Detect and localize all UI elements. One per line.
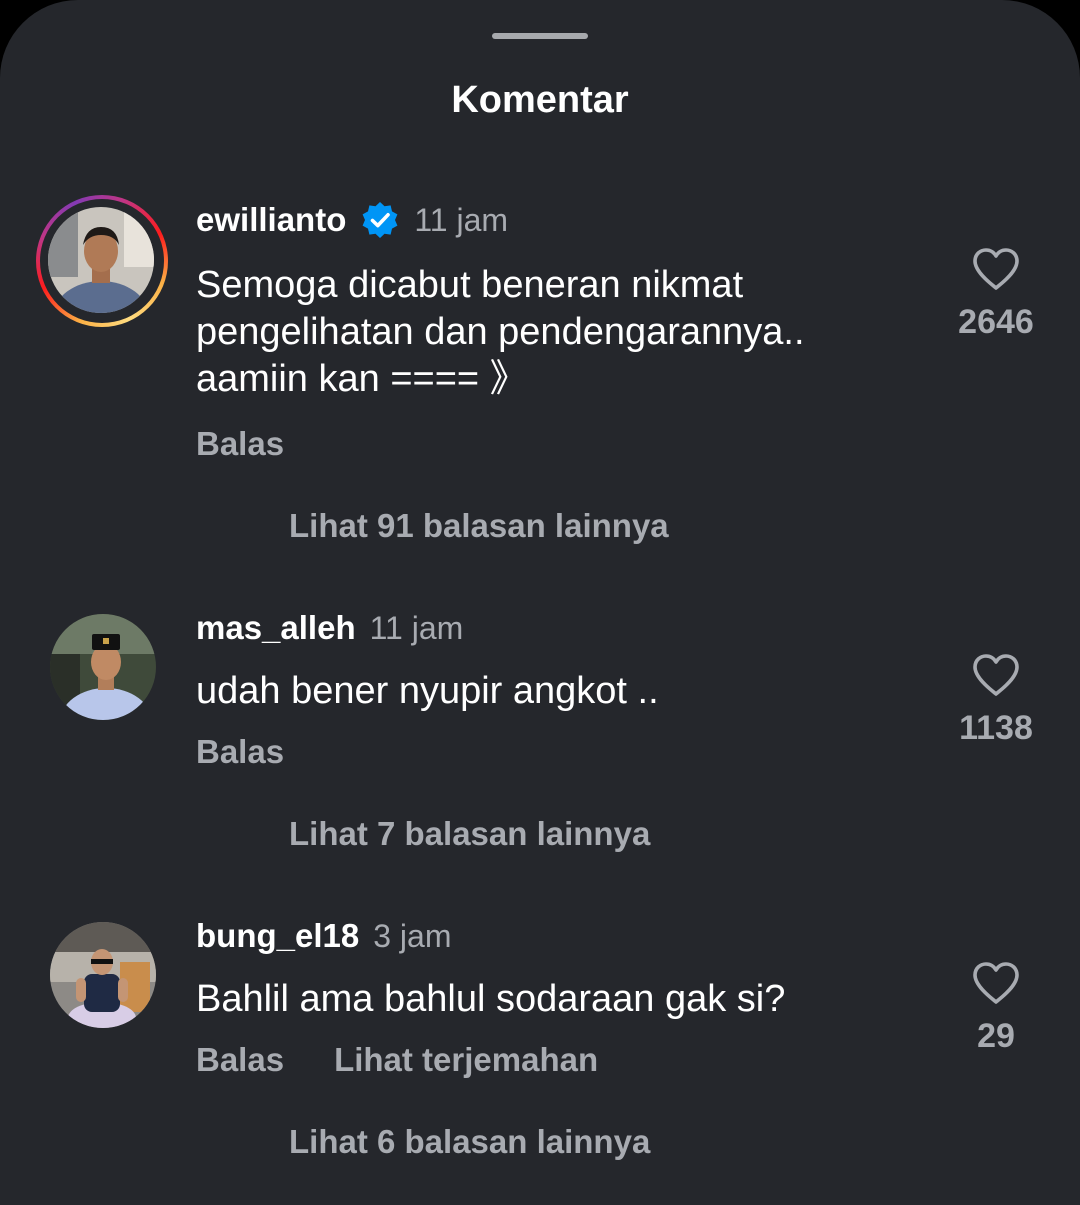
avatar-image — [50, 922, 156, 1028]
view-replies-button[interactable]: Lihat 7 balasan lainnya — [289, 812, 650, 856]
comment-actions: Balas Lihat terjemahan — [196, 1038, 648, 1082]
comment-time: 11 jam — [369, 610, 464, 646]
comment-actions: Balas — [196, 422, 334, 466]
comments-sheet: Komentar ewillianto 11 jam Semoga dicabu… — [0, 0, 1080, 1205]
like-column: 1138 — [946, 652, 1046, 748]
verified-badge-icon — [362, 202, 398, 238]
username[interactable]: bung_el18 — [196, 914, 359, 958]
like-count: 29 — [977, 1017, 1015, 1055]
comment-text: Semoga dicabut beneran nikmat pengelihat… — [196, 264, 805, 400]
avatar[interactable] — [50, 922, 156, 1028]
comment-actions: Balas — [196, 730, 334, 774]
comment-text: Bahlil ama bahlul sodaraan gak si? — [196, 978, 786, 1020]
like-column: 29 — [946, 960, 1046, 1056]
reply-button[interactable]: Balas — [196, 422, 284, 466]
avatar[interactable] — [48, 207, 154, 313]
reply-button[interactable]: Balas — [196, 730, 284, 774]
username[interactable]: mas_alleh — [196, 606, 356, 650]
comment-header: mas_alleh 11 jam — [196, 606, 463, 650]
view-replies-button[interactable]: Lihat 6 balasan lainnya — [289, 1120, 650, 1164]
heart-outline-icon[interactable] — [971, 246, 1021, 292]
drag-handle[interactable] — [492, 33, 588, 39]
heart-outline-icon[interactable] — [971, 960, 1021, 1006]
comment-header: bung_el18 3 jam — [196, 914, 451, 958]
translate-button[interactable]: Lihat terjemahan — [334, 1038, 598, 1082]
comment-text: udah bener nyupir angkot .. — [196, 670, 659, 712]
comment-time: 11 jam — [414, 202, 509, 238]
like-count: 1138 — [959, 709, 1033, 747]
comment-header: ewillianto 11 jam — [196, 198, 508, 242]
username[interactable]: ewillianto — [196, 198, 346, 242]
like-column: 2646 — [946, 246, 1046, 342]
avatar-image — [48, 207, 154, 313]
sheet-title: Komentar — [451, 79, 629, 121]
reply-button[interactable]: Balas — [196, 1038, 284, 1082]
story-ring[interactable] — [36, 195, 168, 327]
avatar-image — [50, 614, 156, 720]
avatar[interactable] — [50, 614, 156, 720]
heart-outline-icon[interactable] — [971, 652, 1021, 698]
like-count: 2646 — [958, 303, 1034, 341]
comment-time: 3 jam — [373, 918, 452, 954]
view-replies-button[interactable]: Lihat 91 balasan lainnya — [289, 504, 669, 548]
